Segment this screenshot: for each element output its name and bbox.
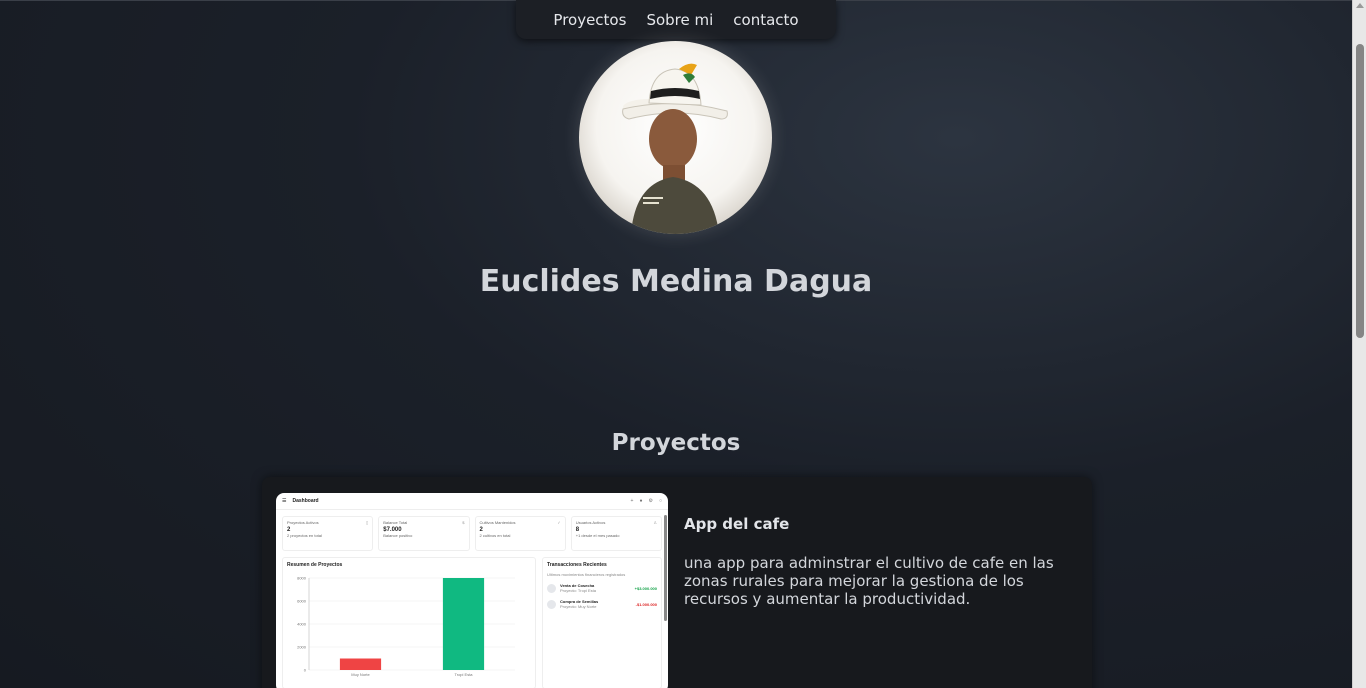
profile-avatar bbox=[579, 41, 772, 234]
chart-xtick-label: Muy Norte bbox=[351, 672, 370, 677]
user-icon: ○ bbox=[658, 498, 662, 504]
transaction-icon bbox=[547, 599, 556, 609]
chart-bar bbox=[442, 578, 485, 670]
stat-label: Cultivos Mantenidos bbox=[479, 520, 516, 525]
transaction-amount: +$3.000.000 bbox=[634, 585, 657, 591]
transaction-amount: -$1.000.000 bbox=[635, 601, 657, 607]
stat-row: Proyectos Activos 2 2 proyectos en total… bbox=[276, 510, 668, 551]
stat-card: Balance Total $7.000 Balance positivo $ bbox=[378, 516, 470, 551]
stat-sub: 2 proyectos en total bbox=[287, 533, 322, 538]
project-card[interactable]: ☰ Dashboard + ● ⚙ ○ Proyectos Activos 2 … bbox=[262, 477, 1092, 688]
scroll-up-arrow-icon[interactable] bbox=[1356, 3, 1364, 8]
stat-card: Proyectos Activos 2 2 proyectos en total… bbox=[282, 516, 374, 551]
screenshot-title: Dashboard bbox=[292, 498, 319, 504]
gear-icon: ⚙ bbox=[648, 498, 653, 504]
project-name: App del cafe bbox=[684, 515, 790, 533]
stat-sub: 2 cultivos en total bbox=[479, 533, 511, 538]
nav-link-sobre-mi[interactable]: Sobre mi bbox=[646, 11, 713, 29]
stat-sub: Balance positivo bbox=[383, 533, 413, 538]
transaction-sub: Proyecto: Muy Norte bbox=[560, 604, 597, 609]
stat-label: Balance Total bbox=[383, 520, 408, 525]
project-screenshot: ☰ Dashboard + ● ⚙ ○ Proyectos Activos 2 … bbox=[276, 493, 668, 688]
bell-icon: ● bbox=[639, 498, 643, 504]
dollar-icon: $ bbox=[462, 520, 465, 525]
stat-sub: +1 desde el mes pasado bbox=[575, 533, 620, 538]
transactions-title: Transacciones Recientes bbox=[547, 562, 607, 568]
users-icon: ♙ bbox=[653, 520, 657, 525]
nav-link-proyectos[interactable]: Proyectos bbox=[553, 11, 626, 29]
bar-chart: 8000 6000 4000 2000 0 Muy Norte Tropi Esta bbox=[297, 576, 515, 677]
screenshot-scrollbar bbox=[664, 515, 667, 621]
project-description: una app para adminstrar el cultivo de ca… bbox=[684, 554, 1054, 608]
chart-ytick-label: 4000 bbox=[297, 622, 307, 627]
stat-label: Usuarios Activos bbox=[575, 520, 606, 525]
scrollbar-thumb[interactable] bbox=[1356, 44, 1364, 338]
transaction-item: Venta de Cosecha Proyecto: Tropi Esta +$… bbox=[547, 583, 657, 593]
chart-ytick-label: 2000 bbox=[297, 645, 307, 650]
stat-card: Usuarios Activos 8 +1 desde el mes pasad… bbox=[570, 516, 662, 551]
nav-link-contacto[interactable]: contacto bbox=[733, 11, 798, 29]
profile-photo bbox=[622, 63, 728, 234]
top-navbar: Proyectos Sobre mi contacto bbox=[516, 0, 836, 39]
page-scrollbar[interactable] bbox=[1352, 0, 1366, 688]
chart-xtick-label: Tropi Esta bbox=[454, 672, 473, 677]
projects-section-title: Proyectos bbox=[611, 430, 741, 456]
chart-panel: Resumen de Proyectos 8000 6000 4000 2000 0 Mu… bbox=[282, 557, 536, 688]
shirt bbox=[631, 177, 719, 234]
chart-ytick-label: 0 bbox=[304, 668, 307, 673]
chart-ytick-label: 8000 bbox=[297, 576, 307, 581]
profile-name: Euclides Medina Dagua bbox=[479, 264, 873, 299]
face bbox=[649, 109, 697, 169]
stat-card: Cultivos Mantenidos 2 2 cultivos en tota… bbox=[474, 516, 566, 551]
transactions-panel: Transacciones Recientes Ultimos movimien… bbox=[542, 557, 662, 688]
stat-label: Proyectos Activos bbox=[287, 520, 319, 525]
screenshot-header: ☰ Dashboard + ● ⚙ ○ bbox=[276, 493, 668, 510]
transaction-sub: Proyecto: Tropi Esta bbox=[560, 588, 597, 593]
chart-bar bbox=[339, 658, 382, 670]
transaction-icon bbox=[547, 583, 556, 593]
leaf-icon: ✓ bbox=[557, 520, 561, 525]
plus-icon: + bbox=[630, 498, 634, 504]
document-icon: ▯ bbox=[366, 520, 369, 525]
transactions-subtitle: Ultimos movimientos financieros registra… bbox=[547, 572, 626, 577]
transaction-item: Compra de Semillas Proyecto: Muy Norte -… bbox=[547, 599, 657, 609]
chart-ytick-label: 6000 bbox=[297, 599, 307, 604]
menu-icon: ☰ bbox=[282, 498, 287, 504]
